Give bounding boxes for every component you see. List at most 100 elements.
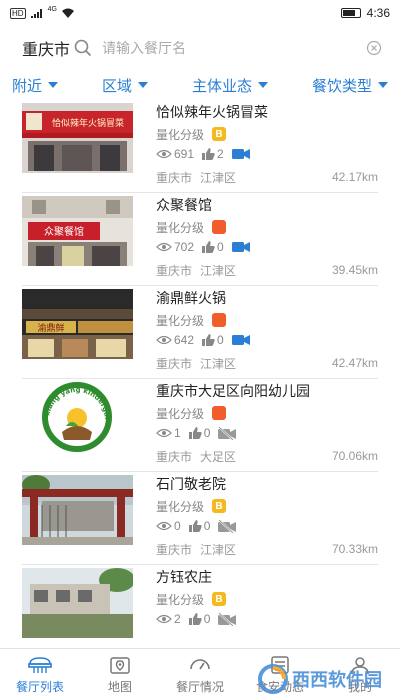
- grade-badge: B: [212, 127, 227, 141]
- watermark-logo-icon: [258, 664, 288, 694]
- list-item[interactable]: 方钰农庄 量化分级 B 2 0: [22, 565, 378, 648]
- search-icon[interactable]: [74, 39, 92, 57]
- status-left: HD 4G: [10, 6, 75, 19]
- video-camera-icon[interactable]: [231, 148, 250, 160]
- distance: 42.17km: [331, 170, 378, 184]
- thumbs-up-icon: [188, 613, 202, 625]
- status-right: 4:36: [340, 6, 390, 20]
- list-item[interactable]: 众聚餐馆 众聚餐馆 量化分级 702 0 重庆市 江津区 39.45km: [22, 193, 378, 286]
- grade-label: 量化分级: [156, 220, 205, 235]
- thumbs-up-icon: [188, 427, 202, 439]
- distance: 70.33km: [331, 542, 378, 556]
- location-row: 重庆市 江津区 42.17km: [156, 164, 378, 190]
- restaurant-list-icon: [28, 656, 52, 673]
- grade-row: 量化分级 B: [156, 589, 378, 609]
- filter-area[interactable]: 区域: [102, 75, 148, 96]
- search-input[interactable]: [102, 40, 366, 56]
- video-camera-icon[interactable]: [231, 334, 250, 346]
- grade-row: 量化分级: [156, 310, 378, 330]
- filter-label: 主体业态: [191, 77, 252, 95]
- watermark: 西西软件园: [258, 664, 382, 694]
- stats-row: 0 0: [156, 516, 378, 536]
- signal-icon: [30, 8, 42, 18]
- tab-label: 餐厅列表: [15, 679, 64, 694]
- restaurant-name: 众聚餐馆: [156, 197, 212, 213]
- likes-stat[interactable]: 0: [202, 333, 224, 347]
- sign-text: 恰似辣年火锅冒菜: [52, 117, 124, 129]
- city: 重庆市: [156, 449, 193, 464]
- status-time: 4:36: [366, 6, 390, 20]
- likes-count: 0: [217, 333, 224, 347]
- likes-stat[interactable]: 0: [202, 240, 224, 254]
- video-camera-icon[interactable]: [231, 241, 250, 253]
- grade-badge: [212, 406, 227, 420]
- views-count: 691: [174, 147, 195, 161]
- views-stat: 0: [156, 519, 181, 533]
- eye-icon: [156, 335, 172, 345]
- likes-stat[interactable]: 2: [202, 147, 224, 161]
- city: 重庆市: [156, 356, 193, 371]
- restaurant-list[interactable]: 恰似辣年火锅冒菜 恰似辣年火锅冒菜 量化分级 B 691 2 重庆市 江津区 4…: [0, 100, 400, 648]
- location-row: 重庆市 江津区 39.45km: [156, 257, 378, 283]
- caret-down-icon: [48, 82, 59, 88]
- thumbs-up-icon: [188, 520, 202, 532]
- caret-down-icon: [257, 82, 268, 88]
- likes-stat[interactable]: 0: [188, 426, 211, 440]
- restaurant-photo: [22, 475, 133, 545]
- list-item[interactable]: xiang yang kindergarten 重庆市大足区向阳幼儿园 量化分级…: [22, 379, 378, 472]
- views-count: 2: [174, 612, 181, 626]
- grade-label: 量化分级: [156, 313, 205, 328]
- eye-icon: [156, 428, 172, 438]
- location: 重庆市 江津区: [156, 169, 236, 186]
- district: 江津区: [200, 542, 237, 557]
- tab-label: 地图: [107, 679, 132, 694]
- stats-row: 1 0: [156, 423, 378, 443]
- restaurant-photo: xiang yang kindergarten: [22, 382, 133, 452]
- views-count: 1: [174, 426, 181, 440]
- thumbs-up-icon: [202, 148, 215, 160]
- likes-count: 0: [217, 240, 224, 254]
- restaurant-photo: 众聚餐馆: [22, 196, 133, 266]
- restaurant-info: 方钰农庄 量化分级 B 2 0: [156, 565, 378, 629]
- grade-row: 量化分级: [156, 217, 378, 237]
- location: 重庆市 江津区: [156, 541, 236, 558]
- location-row: 重庆市 江津区 70.33km: [156, 536, 378, 562]
- restaurant-info: 众聚餐馆 量化分级 702 0 重庆市 江津区 39.45km: [156, 193, 378, 283]
- city-selector[interactable]: 重庆市: [22, 36, 70, 60]
- district: 大足区: [200, 449, 237, 464]
- filter-label: 附近: [12, 77, 43, 95]
- list-item[interactable]: 恰似辣年火锅冒菜 恰似辣年火锅冒菜 量化分级 B 691 2 重庆市 江津区 4…: [22, 100, 378, 193]
- tab-map[interactable]: 地图: [80, 649, 160, 700]
- video-off-icon: [218, 426, 237, 440]
- stats-row: 691 2: [156, 144, 378, 164]
- search-box: [74, 33, 382, 63]
- tab-restaurant-status[interactable]: 餐厅情况: [160, 649, 240, 700]
- district: 江津区: [200, 356, 237, 371]
- location-row: 重庆市 大足区 70.06km: [156, 443, 378, 469]
- watermark-text: 西西软件园: [292, 670, 382, 690]
- restaurant-photo: [22, 568, 133, 638]
- list-item[interactable]: 石门敬老院 量化分级 B 0 0 重庆市 江津区 70.33km: [22, 472, 378, 565]
- battery-icon: [340, 8, 361, 18]
- filter-nearby[interactable]: 附近: [12, 75, 59, 96]
- grade-badge: B: [212, 592, 227, 606]
- filter-business-type[interactable]: 主体业态: [192, 75, 268, 96]
- list-item[interactable]: 渝鼎鲜 渝鼎鲜火锅 量化分级 642 0 重庆市 江津区 42.47km: [22, 286, 378, 379]
- likes-stat[interactable]: 0: [188, 612, 211, 626]
- likes-count: 0: [203, 426, 211, 440]
- tab-label: 餐厅情况: [175, 679, 224, 694]
- hd-badge: HD: [10, 7, 26, 19]
- distance: 39.45km: [331, 263, 378, 277]
- sign-text: 渝鼎鲜: [37, 322, 64, 334]
- filter-food-type[interactable]: 餐饮类型: [312, 75, 388, 96]
- tab-restaurant-list[interactable]: 餐厅列表: [0, 649, 80, 700]
- likes-count: 0: [203, 612, 211, 626]
- restaurant-info: 渝鼎鲜火锅 量化分级 642 0 重庆市 江津区 42.47km: [156, 286, 378, 376]
- likes-stat[interactable]: 0: [188, 519, 210, 533]
- eye-icon: [156, 149, 172, 159]
- district: 江津区: [200, 170, 237, 185]
- caret-down-icon: [138, 82, 148, 88]
- clear-icon[interactable]: [366, 40, 382, 56]
- restaurant-info: 石门敬老院 量化分级 B 0 0 重庆市 江津区 70.33km: [156, 472, 378, 562]
- views-stat: 702: [156, 240, 194, 254]
